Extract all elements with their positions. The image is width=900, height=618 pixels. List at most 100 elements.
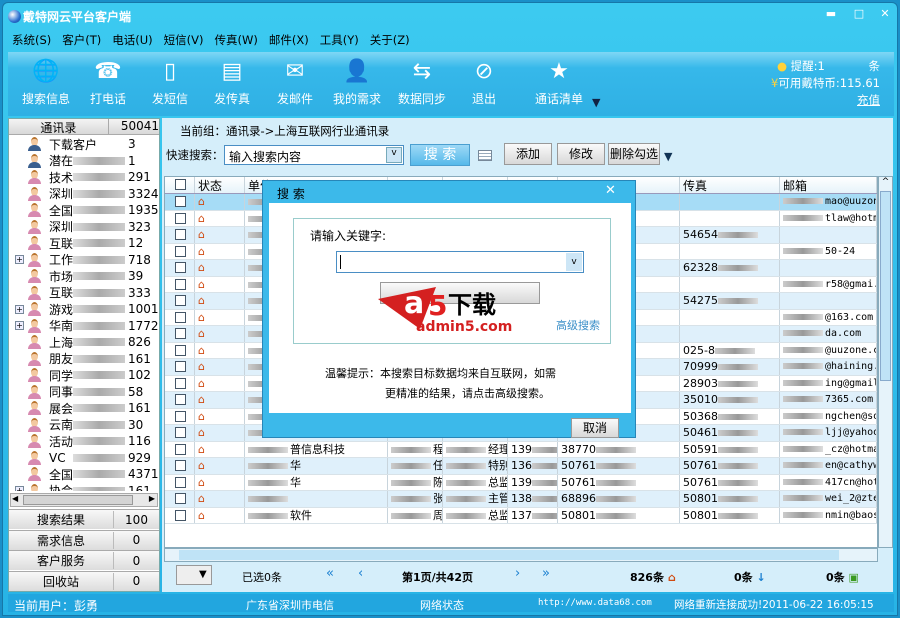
select-dropdown[interactable]: ▼ xyxy=(176,565,212,585)
tree-item[interactable]: + 华南 17723 xyxy=(9,318,159,335)
tree-item[interactable]: 深圳 3324 xyxy=(9,186,159,203)
panel-button[interactable]: 需求信息 0 xyxy=(9,529,159,550)
panel-button[interactable]: 回收站 0 xyxy=(9,570,159,591)
tree-item[interactable]: VC 929 xyxy=(9,450,159,467)
tree-item[interactable]: + 游戏 1001 xyxy=(9,301,159,318)
select-all-checkbox[interactable] xyxy=(175,179,186,190)
add-button[interactable]: 添加 xyxy=(504,143,552,165)
table-row[interactable]: ⌂ 张 主管138 68896 50801 wei_2@zte. xyxy=(165,491,877,508)
tree-item[interactable]: 活动 116 xyxy=(9,433,159,450)
toolbar-button[interactable]: ✉ 发邮件 xyxy=(265,56,325,107)
tree-item[interactable]: + 工作 718 xyxy=(9,252,159,269)
row-checkbox[interactable] xyxy=(175,361,186,372)
tree-item[interactable]: 潜在 1 xyxy=(9,153,159,170)
advanced-search-link[interactable]: 高级搜索 xyxy=(556,317,600,333)
first-page-button[interactable]: « xyxy=(326,566,334,581)
chevron-down-icon[interactable]: v xyxy=(386,147,402,163)
row-checkbox[interactable] xyxy=(175,427,186,438)
menu-item[interactable]: 短信(V) xyxy=(164,32,204,48)
row-checkbox[interactable] xyxy=(175,410,186,422)
menu-item[interactable]: 系统(S) xyxy=(12,32,51,48)
menu-item[interactable]: 传真(W) xyxy=(215,32,258,48)
toolbar-button[interactable]: ⊘ 退出 xyxy=(454,56,514,107)
recharge-link[interactable]: 充值 xyxy=(857,93,880,107)
tree-item[interactable]: 同事 58 xyxy=(9,384,159,401)
toolbar-button[interactable]: ★ 通话清单 xyxy=(524,56,594,107)
row-checkbox[interactable] xyxy=(175,212,186,224)
quick-search-input[interactable]: 输入搜索内容 v xyxy=(224,145,404,165)
tree-item[interactable]: 云南 30 xyxy=(9,417,159,434)
calendar-icon[interactable] xyxy=(478,150,492,161)
row-checkbox[interactable] xyxy=(175,328,186,339)
tree-item[interactable]: 全国 19358 xyxy=(9,202,159,219)
row-checkbox[interactable] xyxy=(175,245,186,257)
tree-item[interactable]: 全国 4371 xyxy=(9,466,159,483)
menu-item[interactable]: 邮件(X) xyxy=(269,32,309,48)
row-checkbox[interactable] xyxy=(175,229,186,240)
search-button[interactable]: 搜 索 xyxy=(410,144,470,166)
tree-item[interactable]: + 协会 161 xyxy=(9,483,159,491)
tree-item[interactable]: 朋友 161 xyxy=(9,351,159,368)
menu-item[interactable]: 电话(U) xyxy=(112,32,152,48)
tree-item[interactable]: 下载客户 3 xyxy=(9,136,159,153)
website-url[interactable]: http://www.data68.com xyxy=(538,598,652,608)
tree-item[interactable]: 互联 12 xyxy=(9,235,159,252)
delete-checked-button[interactable]: 删除勾选 xyxy=(608,143,660,165)
menu-item[interactable]: 工具(Y) xyxy=(320,32,359,48)
edit-button[interactable]: 修改 xyxy=(557,143,605,165)
table-row[interactable]: ⌂ 华 陈 总监139 50761 50761 417cn@hotm xyxy=(165,474,877,491)
table-row[interactable]: ⌂ 华 任 特别助 136 50761 50761 en@cathyws xyxy=(165,458,877,475)
close-button[interactable]: ✕ xyxy=(878,8,892,20)
toolbar-button[interactable]: 👤 我的需求 xyxy=(327,56,387,107)
dialog-close-button[interactable]: ✕ xyxy=(605,183,616,198)
menu-item[interactable]: 客户(T) xyxy=(62,32,101,48)
row-checkbox[interactable] xyxy=(175,509,186,521)
row-checkbox[interactable] xyxy=(175,377,186,389)
cancel-button[interactable]: 取消 xyxy=(571,418,619,438)
col-fax[interactable]: 传真 xyxy=(680,177,780,193)
expand-icon[interactable]: + xyxy=(15,321,24,331)
col-email[interactable]: 邮箱 xyxy=(780,177,877,193)
row-checkbox[interactable] xyxy=(175,311,186,323)
table-vertical-scrollbar[interactable]: ^ xyxy=(878,176,893,548)
tree-item[interactable]: 展会 161 xyxy=(9,400,159,417)
row-checkbox[interactable] xyxy=(175,344,186,356)
table-row[interactable]: ⌂ 普信息科技 程 经理139 38770 50591 _cz@hotmai xyxy=(165,441,877,458)
expand-icon[interactable]: + xyxy=(15,304,24,314)
toolbar-button[interactable]: ⇆ 数据同步 xyxy=(392,56,452,107)
row-checkbox[interactable] xyxy=(175,196,186,207)
more-dropdown-icon[interactable]: ▼ xyxy=(664,150,672,163)
panel-button[interactable]: 客户服务 0 xyxy=(9,550,159,570)
tree-item[interactable]: 深圳 323 xyxy=(9,219,159,236)
row-checkbox[interactable] xyxy=(175,394,186,405)
tree-item[interactable]: 市场 39 xyxy=(9,268,159,285)
row-checkbox[interactable] xyxy=(175,493,186,504)
row-checkbox[interactable] xyxy=(175,476,186,488)
tree-item[interactable]: 上海 826 xyxy=(9,334,159,351)
table-row[interactable]: ⌂ 软件 周 总监137 50801 50801 nmin@baosi xyxy=(165,507,877,524)
toolbar-button[interactable]: 🌐 搜索信息 xyxy=(16,56,76,107)
chevron-down-icon[interactable]: v xyxy=(566,253,582,271)
expand-icon[interactable]: + xyxy=(15,486,24,491)
last-page-button[interactable]: » xyxy=(542,566,550,581)
table-horizontal-scrollbar[interactable] xyxy=(164,548,878,562)
col-status[interactable]: 状态 xyxy=(195,177,245,193)
toolbar-button[interactable]: ▤ 发传真 xyxy=(202,56,262,107)
next-page-button[interactable]: › xyxy=(515,566,520,581)
panel-button[interactable]: 搜索结果 100 xyxy=(9,509,159,529)
toolbar-button[interactable]: ▯ 发短信 xyxy=(140,56,200,107)
row-checkbox[interactable] xyxy=(175,278,186,290)
row-checkbox[interactable] xyxy=(175,460,186,471)
tree-item[interactable]: 互联 333 xyxy=(9,285,159,302)
expand-icon[interactable]: + xyxy=(15,255,24,265)
minimize-button[interactable]: ▬ xyxy=(824,8,838,20)
maximize-button[interactable]: □ xyxy=(852,8,866,20)
row-checkbox[interactable] xyxy=(175,262,186,273)
tree-item[interactable]: 技术 291 xyxy=(9,169,159,186)
tree-horizontal-scrollbar[interactable]: ◀ ▶ xyxy=(10,493,158,507)
tree-item[interactable]: 同学 102 xyxy=(9,367,159,384)
toolbar-button[interactable]: ☎ 打电话 xyxy=(78,56,138,107)
row-checkbox[interactable] xyxy=(175,295,186,306)
prev-page-button[interactable]: ‹ xyxy=(358,566,363,581)
row-checkbox[interactable] xyxy=(175,443,186,455)
